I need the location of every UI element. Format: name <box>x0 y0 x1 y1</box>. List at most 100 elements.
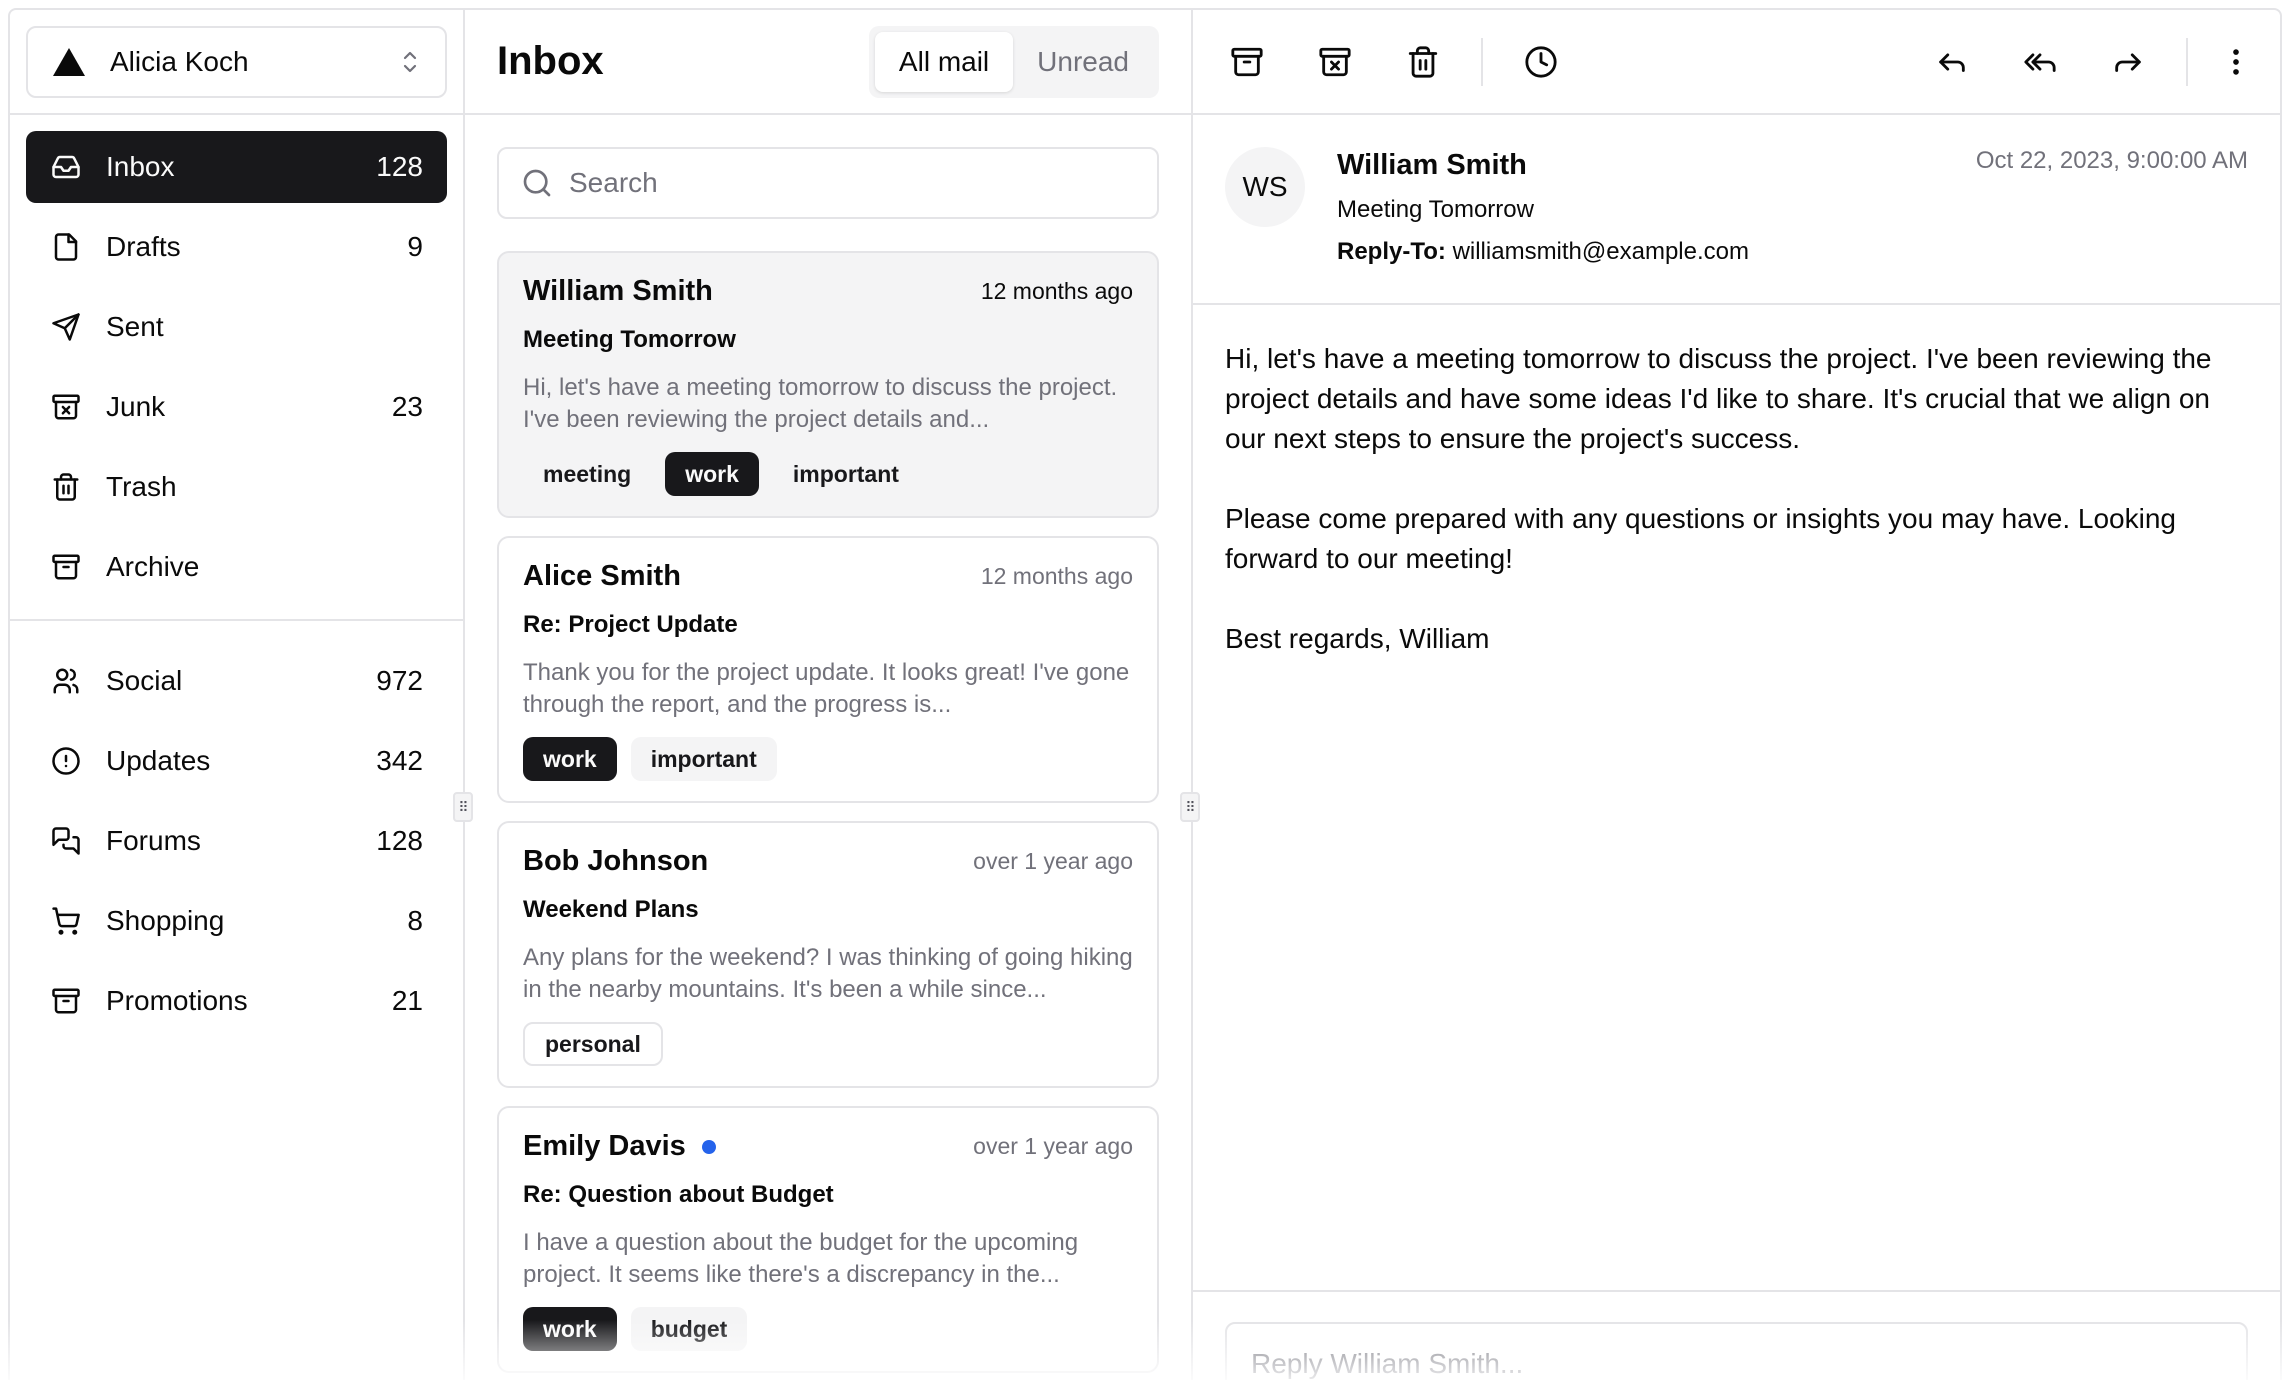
mail-list-panel: Inbox All mail Unread William Smith 12 m… <box>465 10 1193 1380</box>
sidebar-item-label: Drafts <box>106 231 181 262</box>
mail-toolbar <box>1193 10 2280 115</box>
account-name: Alicia Koch <box>110 45 249 77</box>
sidebar-item-social[interactable]: Social 972 <box>26 645 447 717</box>
mail-preview: Thank you for the project update. It loo… <box>523 659 1130 718</box>
clock-icon <box>1524 45 1558 79</box>
search-icon <box>521 167 553 199</box>
snooze-button[interactable] <box>1511 32 1571 92</box>
sidebar-item-count: 342 <box>376 745 423 776</box>
sidebar-item-count: 21 <box>391 985 423 1016</box>
message-body: Hi, let's have a meeting tomorrow to dis… <box>1193 305 2280 733</box>
sidebar-item-promotions[interactable]: Promotions 21 <box>26 965 447 1037</box>
list-resize-handle[interactable]: ⠿ <box>1180 792 1200 822</box>
tag-badge: budget <box>630 1307 748 1351</box>
mail-subject: Meeting Tomorrow <box>523 326 736 353</box>
sidebar-item-drafts[interactable]: Drafts 9 <box>26 211 447 283</box>
sidebar-item-trash[interactable]: Trash <box>26 451 447 523</box>
mail-card-header: Emily Davis over 1 year ago <box>523 1130 1133 1163</box>
move-to-junk-button[interactable] <box>1305 32 1365 92</box>
triangle-logo-icon <box>52 47 86 77</box>
mail-card[interactable]: Bob Johnson over 1 year ago Weekend Plan… <box>497 821 1159 1088</box>
mail-sender: Alice Smith <box>523 560 681 592</box>
archive-x-icon <box>50 391 82 423</box>
archive-button[interactable] <box>1217 32 1277 92</box>
archive-x-icon <box>1318 45 1352 79</box>
sidebar-item-count: 9 <box>407 231 423 262</box>
mail-time: over 1 year ago <box>973 848 1133 874</box>
reply-to-label: Reply-To: <box>1337 238 1446 265</box>
sidebar-item-updates[interactable]: Updates 342 <box>26 725 447 797</box>
mail-display-panel: WS William Smith Meeting Tomorrow Reply-… <box>1193 10 2280 1380</box>
message-reply-to: Reply-To: williamsmith@example.com <box>1337 238 1976 266</box>
tag-badge: work <box>523 1307 617 1351</box>
sidebar-item-label: Social <box>106 665 183 696</box>
tag-badge: personal <box>523 1022 663 1066</box>
sidebar-item-sent[interactable]: Sent <box>26 291 447 363</box>
forward-button[interactable] <box>2098 32 2158 92</box>
message-meta: William Smith Meeting Tomorrow Reply-To:… <box>1337 147 1976 303</box>
account-switcher[interactable]: Alicia Koch <box>26 25 447 98</box>
sidebar-item-archive[interactable]: Archive <box>26 531 447 603</box>
inbox-icon <box>50 151 82 183</box>
sidebar-item-shopping[interactable]: Shopping 8 <box>26 885 447 957</box>
reply-all-icon <box>2023 45 2057 79</box>
sidebar-resize-handle[interactable]: ⠿ <box>453 792 473 822</box>
tag-badge: work <box>523 737 617 781</box>
reply-textarea[interactable] <box>1251 1348 2222 1380</box>
mail-list-header: Inbox All mail Unread <box>465 10 1191 115</box>
message-subject: Meeting Tomorrow <box>1337 196 1534 223</box>
sidebar-item-count: 972 <box>376 665 423 696</box>
reply-all-button[interactable] <box>2010 32 2070 92</box>
mail-time: 12 months ago <box>980 278 1133 304</box>
message-date: Oct 22, 2023, 9:00:00 AM <box>1975 147 2248 174</box>
mail-list: William Smith 12 months ago Meeting Tomo… <box>465 219 1191 1373</box>
mail-subject: Weekend Plans <box>523 896 699 923</box>
tag-badge: meeting <box>523 452 652 496</box>
sidebar-item-label: Shopping <box>106 905 225 936</box>
sidebar-item-junk[interactable]: Junk 23 <box>26 371 447 443</box>
sidebar-item-label: Inbox <box>106 151 175 182</box>
move-to-trash-button[interactable] <box>1393 32 1453 92</box>
mail-tags: work important <box>523 737 1133 781</box>
users-icon <box>50 665 82 697</box>
sidebar: Alicia Koch Inbox 128 Drafts 9 Sent Junk… <box>10 10 465 1380</box>
grip-vertical-icon: ⠿ <box>1185 799 1195 815</box>
tag-badge: important <box>630 737 777 781</box>
toolbar-left <box>1217 32 1571 92</box>
toolbar-divider <box>2186 37 2188 86</box>
page-title: Inbox <box>497 39 604 83</box>
secondary-nav: Social 972 Updates 342 Forums 128 Shoppi… <box>10 619 463 1053</box>
trash-icon <box>1406 45 1440 79</box>
search-input[interactable] <box>569 167 1135 199</box>
mail-card[interactable]: William Smith 12 months ago Meeting Tomo… <box>497 251 1159 518</box>
message-paragraph: Please come prepared with any questions … <box>1225 503 2176 574</box>
tab-unread[interactable]: Unread <box>1013 32 1153 92</box>
mail-card[interactable]: Emily Davis over 1 year ago Re: Question… <box>497 1106 1159 1373</box>
mail-tags: personal <box>523 1022 1133 1066</box>
forward-icon <box>2111 45 2145 79</box>
mail-card-header: Alice Smith 12 months ago <box>523 560 1133 593</box>
toolbar-divider <box>1481 37 1483 86</box>
message-sender: William Smith <box>1337 149 1527 181</box>
mail-subject: Re: Question about Budget <box>523 1181 834 1208</box>
mail-time: 12 months ago <box>980 563 1133 589</box>
tab-all-mail[interactable]: All mail <box>874 31 1014 92</box>
more-vertical-icon <box>2219 45 2253 79</box>
mail-preview: I have a question about the budget for t… <box>523 1229 1079 1288</box>
messages-icon <box>50 825 82 857</box>
mail-sender: Bob Johnson <box>523 845 709 877</box>
mail-preview: Hi, let's have a meeting tomorrow to dis… <box>523 374 1118 433</box>
reply-button[interactable] <box>1922 32 1982 92</box>
mail-card[interactable]: Alice Smith 12 months ago Re: Project Up… <box>497 536 1159 803</box>
mail-subject: Re: Project Update <box>523 611 738 638</box>
sidebar-item-forums[interactable]: Forums 128 <box>26 805 447 877</box>
reply-icon <box>1935 45 1969 79</box>
shopping-cart-icon <box>50 905 82 937</box>
search-box <box>497 147 1159 219</box>
reply-box <box>1225 1322 2248 1380</box>
sidebar-item-label: Forums <box>106 825 201 856</box>
sidebar-item-count: 23 <box>391 391 423 422</box>
more-options-button[interactable] <box>2216 32 2256 92</box>
primary-nav: Inbox 128 Drafts 9 Sent Junk 23 Trash Ar… <box>10 115 463 619</box>
sidebar-item-inbox[interactable]: Inbox 128 <box>26 131 447 203</box>
